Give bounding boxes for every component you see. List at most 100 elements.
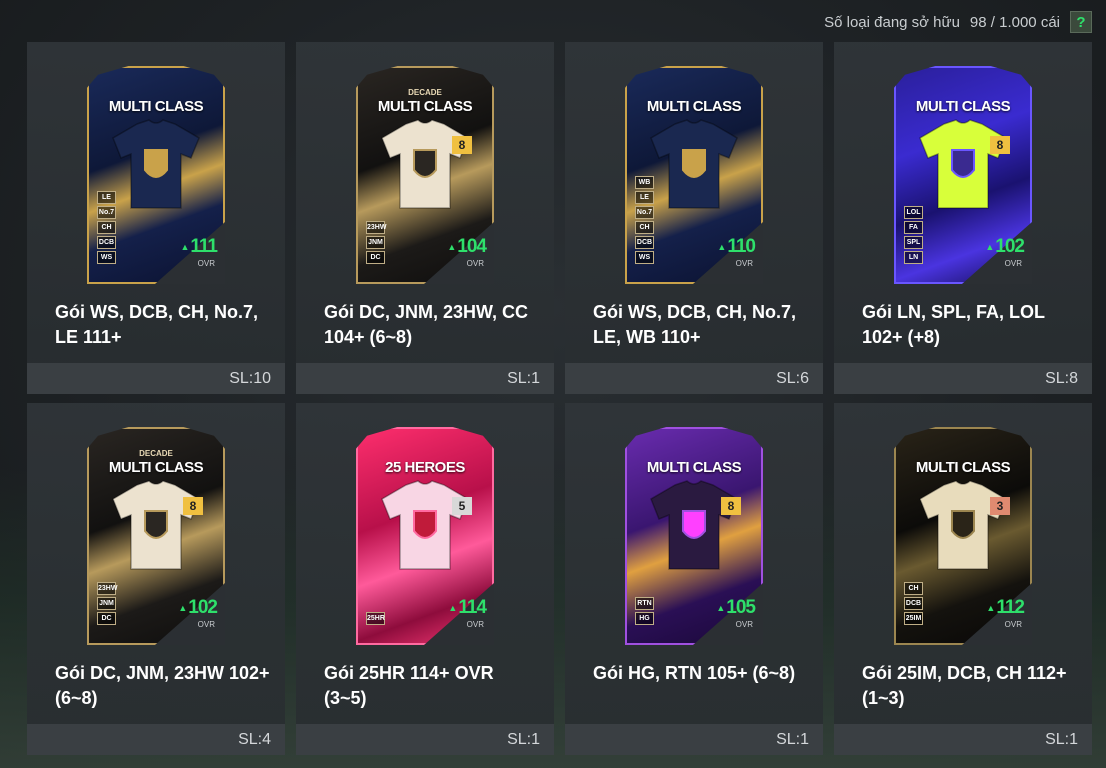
ovr-value: ▲ 110 — [717, 236, 756, 258]
pack-quantity: SL:8 — [1045, 369, 1078, 387]
position-list: RTN HG — [635, 597, 654, 625]
pack-grid: MULTI CLASS LE No.7 CH DCB WS ▲ 111 OVR Gói … — [27, 42, 1092, 755]
pack-card-wrap: DECADE MULTI CLASS 8 23HW JNM DC ▲ 102 OVR — [27, 427, 285, 647]
jersey-icon — [381, 119, 469, 209]
arrow-up-icon: ▲ — [448, 603, 457, 613]
owned-label: Số loại đang sở hữu — [824, 13, 960, 31]
pack-card-image: MULTI CLASS 3 CH DCB 25IM ▲ 112 OVR — [894, 427, 1032, 645]
ovr-number: 110 — [727, 236, 756, 257]
position-tag: WS — [635, 251, 654, 264]
pack-title: Gói LN, SPL, FA, LOL 102+ (+8) — [862, 302, 1045, 347]
pack-quantity: SL:4 — [238, 730, 271, 748]
position-tag: 23HW — [97, 582, 117, 595]
ovr-label: OVR — [466, 620, 484, 629]
ovr-label: OVR — [1004, 259, 1022, 268]
position-tag: LOL — [904, 206, 923, 219]
pack-tile[interactable]: MULTI CLASS 8 LOL FA SPL LN ▲ 102 OVR Gói L… — [834, 42, 1092, 394]
position-list: 23HW JNM DC — [97, 582, 117, 625]
pack-footer: SL:6 — [565, 363, 823, 394]
position-tag: FA — [904, 221, 923, 234]
ovr-value: ▲ 114 — [448, 597, 487, 619]
position-tag: LN — [904, 251, 923, 264]
ovr-value: ▲ 111 — [180, 236, 218, 258]
position-list: CH DCB 25IM — [904, 582, 923, 625]
level-badge: 8 — [990, 136, 1010, 154]
position-tag: WS — [97, 251, 116, 264]
pack-card-image: DECADE MULTI CLASS 8 23HW JNM DC ▲ 104 OVR — [356, 66, 494, 284]
pack-card-wrap: MULTI CLASS LE No.7 CH DCB WS ▲ 111 OVR — [27, 66, 285, 286]
pack-card-wrap: MULTI CLASS WB LE No.7 CH DCB WS ▲ 110 OVR — [565, 66, 823, 286]
card-name: MULTI CLASS — [915, 459, 1011, 476]
position-list: WB LE No.7 CH DCB WS — [635, 176, 654, 264]
help-icon: ? — [1076, 13, 1086, 31]
ovr-label: OVR — [197, 259, 215, 268]
ovr-number: 111 — [190, 236, 218, 257]
jersey-icon — [381, 480, 469, 570]
pack-tile[interactable]: MULTI CLASS 3 CH DCB 25IM ▲ 112 OVR Gói 25… — [834, 403, 1092, 755]
pack-card-wrap: 25 HEROES 5 25HR ▲ 114 OVR — [296, 427, 554, 647]
card-subtitle: DECADE — [139, 449, 173, 458]
pack-card-image: DECADE MULTI CLASS 8 23HW JNM DC ▲ 102 OVR — [87, 427, 225, 645]
arrow-up-icon: ▲ — [986, 603, 995, 613]
ovr-number: 114 — [458, 597, 487, 618]
position-tag: LE — [635, 191, 654, 204]
pack-tile[interactable]: DECADE MULTI CLASS 8 23HW JNM DC ▲ 104 OVR… — [296, 42, 554, 394]
arrow-up-icon: ▲ — [447, 242, 456, 252]
ovr-number: 104 — [457, 236, 487, 257]
position-tag: RTN — [635, 597, 654, 610]
jersey-icon — [650, 119, 738, 209]
pack-tile[interactable]: DECADE MULTI CLASS 8 23HW JNM DC ▲ 102 OVR… — [27, 403, 285, 755]
position-tag: JNM — [97, 597, 116, 610]
pack-card-image: MULTI CLASS LE No.7 CH DCB WS ▲ 111 OVR — [87, 66, 225, 284]
pack-tile[interactable]: MULTI CLASS WB LE No.7 CH DCB WS ▲ 110 OVR Gó… — [565, 42, 823, 394]
pack-quantity: SL:1 — [507, 730, 540, 748]
position-tag: HG — [635, 612, 654, 625]
card-name: MULTI CLASS — [646, 98, 742, 115]
jersey-icon — [112, 119, 200, 209]
arrow-up-icon: ▲ — [985, 242, 994, 252]
ovr-number: 112 — [996, 597, 1025, 618]
position-tag: DCB — [635, 236, 654, 249]
jersey-icon — [112, 480, 200, 570]
pack-title: Gói HG, RTN 105+ (6~8) — [593, 663, 796, 683]
position-tag: No.7 — [97, 206, 116, 219]
pack-title: Gói WS, DCB, CH, No.7, LE, WB 110+ — [593, 302, 797, 347]
pack-tile[interactable]: MULTI CLASS LE No.7 CH DCB WS ▲ 111 OVR Gói … — [27, 42, 285, 394]
card-subtitle: DECADE — [408, 88, 442, 97]
pack-title: Gói 25HR 114+ OVR (3~5) — [324, 663, 494, 708]
card-name: MULTI CLASS — [108, 459, 204, 476]
ovr-label: OVR — [735, 259, 753, 268]
position-tag: DC — [97, 612, 116, 625]
pack-title: Gói DC, JNM, 23HW 102+ (6~8) — [55, 663, 270, 708]
pack-tile[interactable]: MULTI CLASS 8 RTN HG ▲ 105 OVR Gói HG, RT… — [565, 403, 823, 755]
level-badge: 3 — [990, 497, 1010, 515]
ovr-label: OVR — [1004, 620, 1022, 629]
position-tag: No.7 — [635, 206, 654, 219]
position-tag: CH — [635, 221, 654, 234]
owned-counter: Số loại đang sở hữu 98 / 1.000 cái ? — [824, 10, 1092, 34]
pack-card-image: MULTI CLASS WB LE No.7 CH DCB WS ▲ 110 OVR — [625, 66, 763, 284]
pack-card-wrap: MULTI CLASS 3 CH DCB 25IM ▲ 112 OVR — [834, 427, 1092, 647]
card-name: MULTI CLASS — [108, 98, 204, 115]
position-tag: DCB — [904, 597, 923, 610]
position-list: 25HR — [366, 612, 385, 625]
jersey-icon — [919, 480, 1007, 570]
pack-title: Gói WS, DCB, CH, No.7, LE 111+ — [55, 302, 259, 347]
pack-footer: SL:1 — [565, 724, 823, 755]
card-name: 25 HEROES — [385, 459, 465, 476]
pack-card-wrap: DECADE MULTI CLASS 8 23HW JNM DC ▲ 104 OVR — [296, 66, 554, 286]
ovr-label: OVR — [197, 620, 215, 629]
pack-card-wrap: MULTI CLASS 8 RTN HG ▲ 105 OVR — [565, 427, 823, 647]
position-tag: 25IM — [904, 612, 923, 625]
pack-card-wrap: MULTI CLASS 8 LOL FA SPL LN ▲ 102 OVR — [834, 66, 1092, 286]
position-tag: JNM — [366, 236, 385, 249]
pack-footer: SL:8 — [834, 363, 1092, 394]
pack-quantity: SL:1 — [1045, 730, 1078, 748]
help-button[interactable]: ? — [1070, 11, 1092, 33]
pack-quantity: SL:1 — [776, 730, 809, 748]
position-tag: 23HW — [366, 221, 386, 234]
pack-tile[interactable]: 25 HEROES 5 25HR ▲ 114 OVR Gói 25HR 114+… — [296, 403, 554, 755]
ovr-value: ▲ 102 — [985, 236, 1025, 258]
pack-footer: SL:1 — [834, 724, 1092, 755]
jersey-icon — [650, 480, 738, 570]
